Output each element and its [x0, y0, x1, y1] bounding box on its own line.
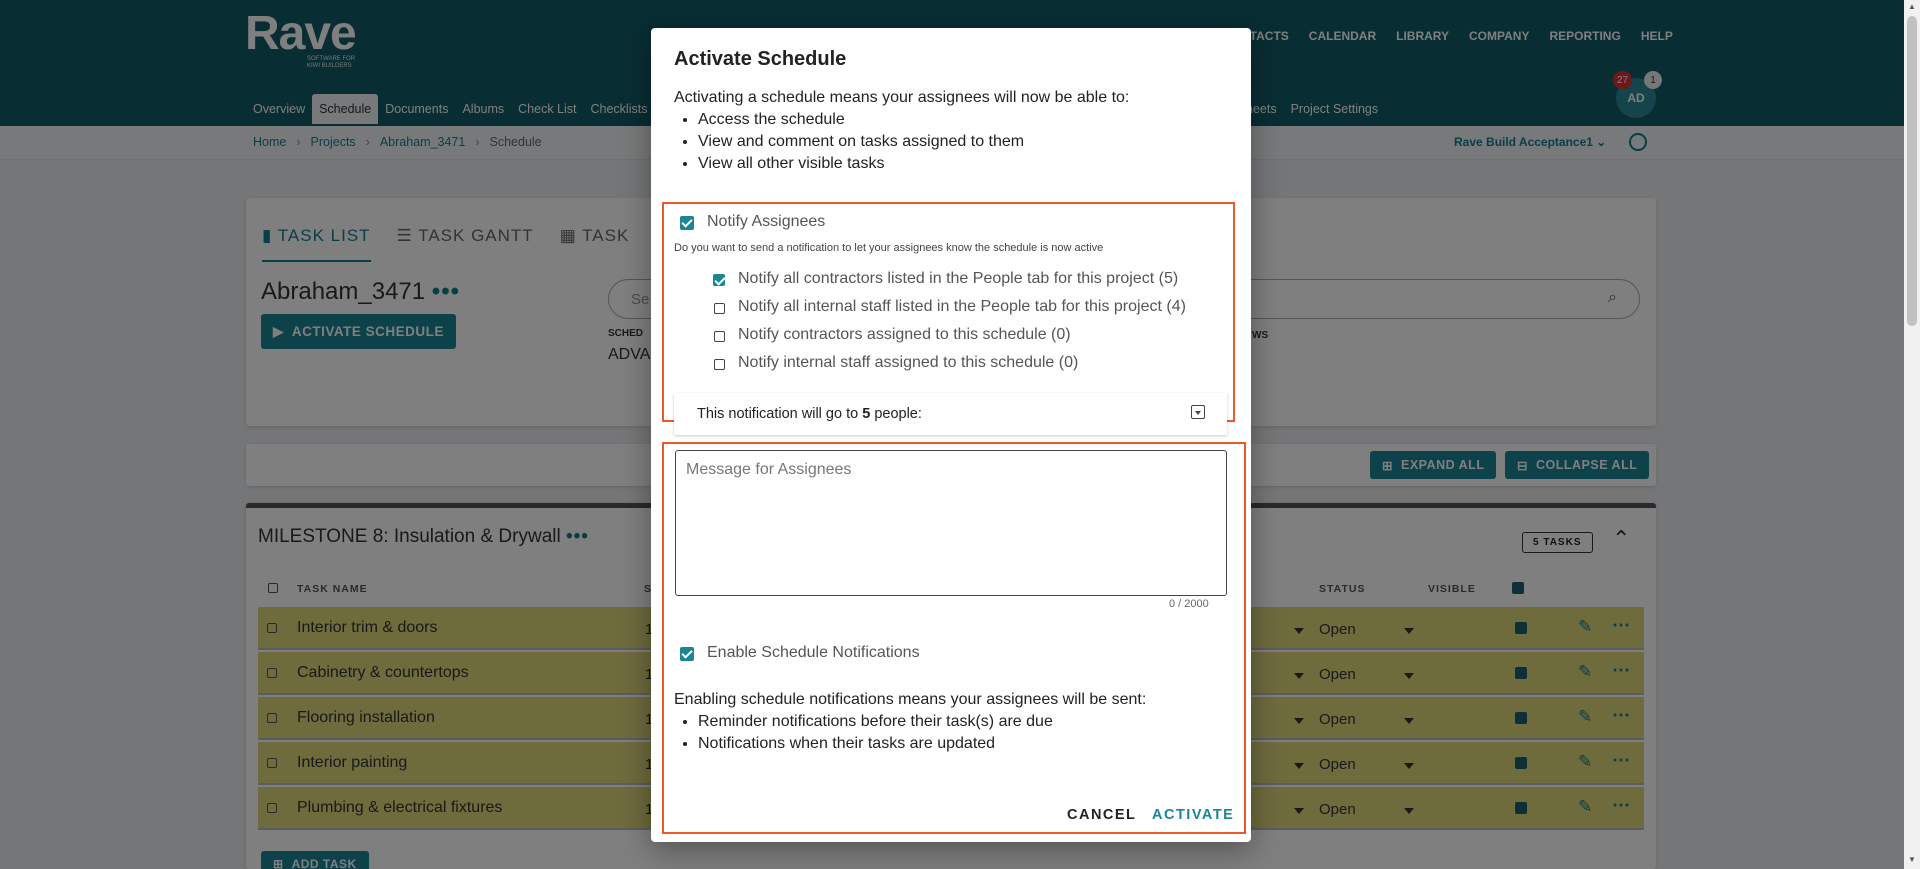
intro-item: Access the schedule: [698, 109, 1129, 131]
recipients-text: This notification will go to 5 people:: [697, 406, 922, 422]
option-label: Notify all internal staff listed in the …: [738, 298, 1186, 315]
char-counter: 0 / 2000: [1169, 598, 1209, 610]
enable-description: Enabling schedule notifications means yo…: [674, 689, 1146, 755]
activate-button[interactable]: ACTIVATE: [1152, 807, 1234, 823]
scrollbar-thumb[interactable]: [1907, 16, 1917, 326]
enable-item: Notifications when their tasks are updat…: [698, 733, 1146, 755]
recipients-prefix: This notification will go to: [697, 406, 863, 422]
dialog-intro: Activating a schedule means your assigne…: [674, 87, 1129, 175]
enable-notifications-label: Enable Schedule Notifications: [707, 644, 920, 661]
option-checkbox-staff-people[interactable]: [714, 303, 725, 314]
notification-recipients-bar[interactable]: This notification will go to 5 people:: [674, 393, 1227, 435]
intro-text: Activating a schedule means your assigne…: [674, 89, 1130, 106]
dialog-title: Activate Schedule: [674, 48, 847, 70]
notify-assignees-label: Notify Assignees: [707, 213, 826, 230]
option-label: Notify internal staff assigned to this s…: [738, 354, 1079, 371]
dropdown-toggle-icon[interactable]: [1191, 405, 1205, 419]
enable-notifications-checkbox[interactable]: [680, 647, 694, 661]
activate-schedule-dialog: Activate Schedule Activating a schedule …: [651, 28, 1251, 842]
intro-item: View and comment on tasks assigned to th…: [698, 131, 1129, 153]
notify-description: Do you want to send a notification to le…: [674, 242, 1104, 254]
cancel-button[interactable]: CANCEL: [1067, 807, 1136, 823]
option-checkbox-contractors-people[interactable]: [713, 274, 725, 286]
option-label: Notify all contractors listed in the Peo…: [738, 270, 1179, 287]
enable-item: Reminder notifications before their task…: [698, 711, 1146, 733]
intro-item: View all other visible tasks: [698, 153, 1129, 175]
page-scrollbar[interactable]: ▲ ▼: [1904, 0, 1920, 869]
option-checkbox-staff-schedule[interactable]: [714, 359, 725, 370]
message-textarea[interactable]: [675, 450, 1227, 596]
recipients-suffix: people:: [870, 406, 922, 422]
option-label: Notify contractors assigned to this sche…: [738, 326, 1071, 343]
scroll-down-icon[interactable]: ▼: [1908, 855, 1916, 864]
enable-desc-text: Enabling schedule notifications means yo…: [674, 691, 1147, 708]
scroll-up-icon[interactable]: ▲: [1908, 2, 1916, 11]
option-checkbox-contractors-schedule[interactable]: [714, 331, 725, 342]
notify-assignees-checkbox[interactable]: [680, 216, 694, 230]
